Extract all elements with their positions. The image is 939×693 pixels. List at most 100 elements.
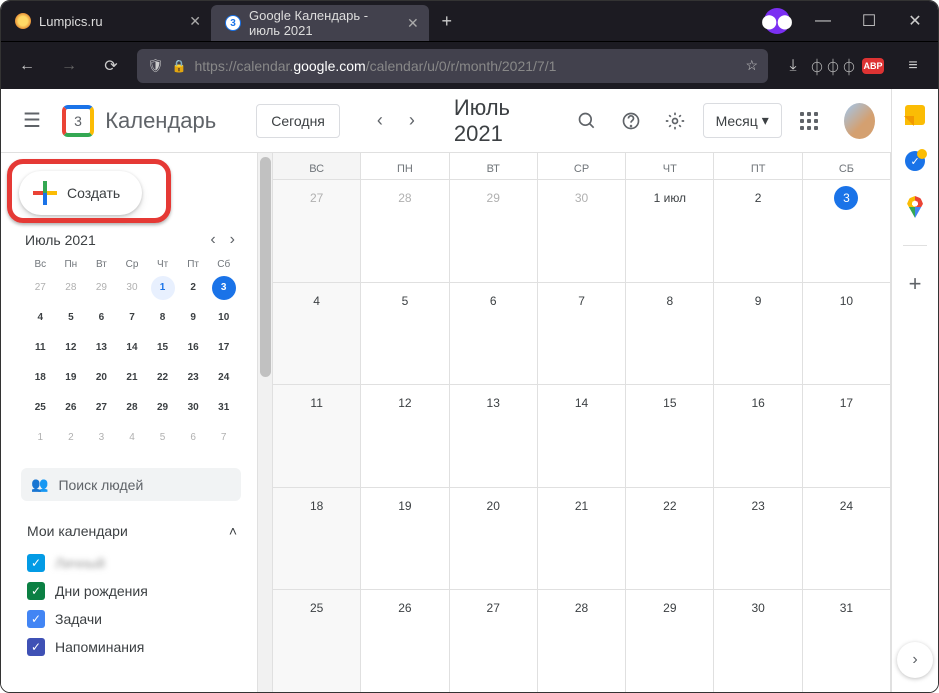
close-icon[interactable]: ✕ xyxy=(189,13,201,30)
mini-day[interactable]: 14 xyxy=(120,336,144,360)
prev-month-button[interactable]: ‹ xyxy=(364,105,396,137)
grid-day-cell[interactable]: 10 xyxy=(803,283,891,385)
mini-day[interactable]: 1 xyxy=(151,276,175,300)
mini-day[interactable]: 1 xyxy=(28,426,52,450)
grid-day-cell[interactable]: 30 xyxy=(538,180,626,282)
grid-day-cell[interactable]: 23 xyxy=(714,488,802,590)
mini-day[interactable]: 17 xyxy=(212,336,236,360)
downloads-icon[interactable]: ⤓ xyxy=(778,51,808,81)
my-calendars-toggle[interactable]: Мои календари ˄ xyxy=(1,515,257,547)
maximize-button[interactable]: ☐ xyxy=(846,1,892,41)
grid-day-cell[interactable]: 18 xyxy=(273,488,361,590)
grid-day-cell[interactable]: 26 xyxy=(361,590,449,692)
bookmark-icon[interactable]: ☆ xyxy=(745,57,758,74)
help-icon[interactable] xyxy=(614,101,648,141)
mini-day[interactable]: 4 xyxy=(120,426,144,450)
grid-day-cell[interactable]: 4 xyxy=(273,283,361,385)
mini-day[interactable]: 27 xyxy=(28,276,52,300)
mini-day[interactable]: 5 xyxy=(59,306,83,330)
close-icon[interactable]: ✕ xyxy=(407,15,419,32)
account-avatar[interactable] xyxy=(844,103,875,139)
calendar-item[interactable]: ✓Задачи xyxy=(21,605,257,633)
view-selector[interactable]: Месяц▾ xyxy=(703,103,782,138)
abp-icon[interactable]: ABP xyxy=(858,51,888,81)
mini-day[interactable]: 26 xyxy=(59,396,83,420)
mini-day[interactable]: 24 xyxy=(212,366,236,390)
mini-day[interactable]: 5 xyxy=(151,426,175,450)
grid-day-cell[interactable]: 12 xyxy=(361,385,449,487)
grid-day-cell[interactable]: 25 xyxy=(273,590,361,692)
mini-day[interactable]: 13 xyxy=(89,336,113,360)
grid-day-cell[interactable]: 29 xyxy=(450,180,538,282)
calendar-item[interactable]: ✓Дни рождения xyxy=(21,577,257,605)
reload-button[interactable]: ⟳ xyxy=(95,50,127,82)
settings-icon[interactable] xyxy=(658,101,692,141)
calendar-item[interactable]: ✓Личный xyxy=(21,549,257,577)
mini-day[interactable]: 10 xyxy=(212,306,236,330)
checkbox-icon[interactable]: ✓ xyxy=(27,554,45,572)
back-button[interactable]: ← xyxy=(11,50,43,82)
mini-day[interactable]: 28 xyxy=(120,396,144,420)
grid-day-cell[interactable]: 27 xyxy=(273,180,361,282)
grid-day-cell[interactable]: 1 июл xyxy=(626,180,714,282)
mini-day[interactable]: 30 xyxy=(181,396,205,420)
mini-day[interactable]: 31 xyxy=(212,396,236,420)
calendar-item[interactable]: ✓Напоминания xyxy=(21,633,257,661)
mini-day[interactable]: 9 xyxy=(181,306,205,330)
grid-day-cell[interactable]: 31 xyxy=(803,590,891,692)
grid-day-cell[interactable]: 3 xyxy=(803,180,891,282)
grid-day-cell[interactable]: 2 xyxy=(714,180,802,282)
mini-day[interactable]: 20 xyxy=(89,366,113,390)
grid-day-cell[interactable]: 9 xyxy=(714,283,802,385)
grid-day-cell[interactable]: 19 xyxy=(361,488,449,590)
grid-day-cell[interactable]: 17 xyxy=(803,385,891,487)
grid-day-cell[interactable]: 5 xyxy=(361,283,449,385)
mini-day[interactable]: 23 xyxy=(181,366,205,390)
grid-day-cell[interactable]: 24 xyxy=(803,488,891,590)
grid-day-cell[interactable]: 14 xyxy=(538,385,626,487)
mini-day[interactable]: 16 xyxy=(181,336,205,360)
mini-day[interactable]: 29 xyxy=(89,276,113,300)
grid-day-cell[interactable]: 11 xyxy=(273,385,361,487)
grid-day-cell[interactable]: 22 xyxy=(626,488,714,590)
tab-lumpics[interactable]: Lumpics.ru ✕ xyxy=(1,1,211,41)
search-people-input[interactable]: 👥 Поиск людей xyxy=(21,468,241,501)
grid-day-cell[interactable]: 27 xyxy=(450,590,538,692)
mini-day[interactable]: 15 xyxy=(151,336,175,360)
grid-day-cell[interactable]: 29 xyxy=(626,590,714,692)
container-badge[interactable]: ⬤⬤ xyxy=(754,1,800,41)
next-month-button[interactable]: › xyxy=(396,105,428,137)
mini-day[interactable]: 2 xyxy=(59,426,83,450)
checkbox-icon[interactable]: ✓ xyxy=(27,582,45,600)
tab-google-calendar[interactable]: 3 Google Календарь - июль 2021 ✕ xyxy=(211,5,429,41)
mini-day[interactable]: 3 xyxy=(89,426,113,450)
library-icon[interactable]: ⏀⏀⏀ xyxy=(818,51,848,81)
mini-day[interactable]: 18 xyxy=(28,366,52,390)
grid-day-cell[interactable]: 6 xyxy=(450,283,538,385)
search-icon[interactable] xyxy=(569,101,603,141)
sidebar-scrollbar[interactable] xyxy=(257,153,272,692)
grid-day-cell[interactable]: 7 xyxy=(538,283,626,385)
today-button[interactable]: Сегодня xyxy=(256,104,340,138)
grid-day-cell[interactable]: 28 xyxy=(538,590,626,692)
checkbox-icon[interactable]: ✓ xyxy=(27,638,45,656)
mini-day[interactable]: 7 xyxy=(212,426,236,450)
mini-day[interactable]: 21 xyxy=(120,366,144,390)
tasks-icon[interactable] xyxy=(903,149,927,173)
grid-day-cell[interactable]: 16 xyxy=(714,385,802,487)
checkbox-icon[interactable]: ✓ xyxy=(27,610,45,628)
grid-day-cell[interactable]: 13 xyxy=(450,385,538,487)
new-tab-button[interactable]: + xyxy=(429,1,465,41)
grid-day-cell[interactable]: 8 xyxy=(626,283,714,385)
mini-day[interactable]: 30 xyxy=(120,276,144,300)
hamburger-icon[interactable]: ☰ xyxy=(13,99,51,143)
mini-day[interactable]: 27 xyxy=(89,396,113,420)
mini-day[interactable]: 2 xyxy=(181,276,205,300)
mini-day[interactable]: 4 xyxy=(28,306,52,330)
lock-icon[interactable]: 🔒 xyxy=(172,59,187,73)
grid-day-cell[interactable]: 28 xyxy=(361,180,449,282)
close-window-button[interactable]: ✕ xyxy=(892,1,938,41)
mini-next-button[interactable]: › xyxy=(226,229,239,251)
grid-day-cell[interactable]: 30 xyxy=(714,590,802,692)
mini-day[interactable]: 25 xyxy=(28,396,52,420)
